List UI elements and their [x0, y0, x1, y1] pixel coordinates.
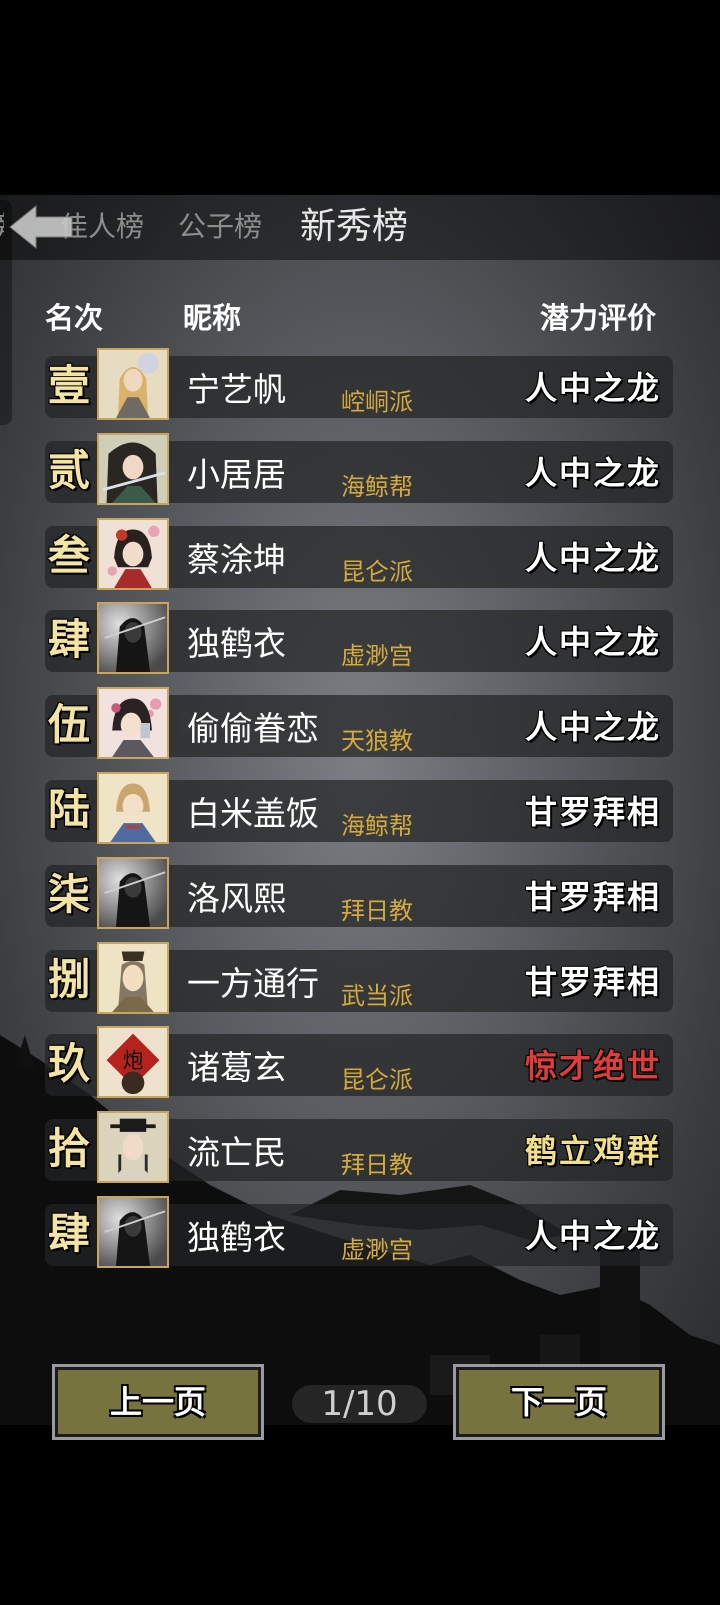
potential-rating: 人中之龙	[524, 623, 661, 662]
page-indicator: 1/10	[292, 1385, 427, 1423]
rank-numeral: 陆	[47, 785, 90, 834]
sect-name: 昆仑派	[341, 557, 413, 586]
young-hero-portrait-avatar[interactable]	[97, 772, 169, 844]
ranking-row[interactable]: 捌 一方通行 武当派 甘罗拜相	[45, 941, 673, 1014]
sect-name: 拜日教	[341, 896, 413, 925]
player-nickname: 独鹤衣	[187, 624, 286, 664]
ink-swordsman-portrait-avatar[interactable]	[97, 1196, 169, 1268]
player-nickname: 独鹤衣	[187, 1218, 286, 1257]
prev-page-label: 上一页	[109, 1383, 206, 1421]
player-nickname: 宁艺帆	[187, 370, 286, 409]
rank-numeral: 捌	[47, 954, 90, 1004]
player-nickname: 白米盖饭	[187, 794, 319, 833]
player-nickname: 洛风熙	[187, 878, 286, 918]
sect-name: 海鲸帮	[341, 812, 413, 840]
potential-rating: 鹤立鸡群	[524, 1132, 661, 1171]
sect-name: 武当派	[341, 981, 413, 1010]
screen: 榜 佳人榜 公子榜 新秀榜 名次 昵称 潜力评价 壹宁艺帆崆峒派人中之龙贰小居居…	[0, 0, 720, 1605]
sect-name: 天狼教	[341, 727, 413, 756]
prev-page-button[interactable]: 上一页	[52, 1364, 264, 1440]
rank-numeral: 伍	[47, 700, 90, 750]
female-blonde-portrait-avatar[interactable]	[97, 348, 169, 420]
ranking-row[interactable]: 肆 独鹤衣 虚渺宫 人中之龙	[45, 1196, 673, 1268]
rank-numeral: 贰	[47, 445, 90, 495]
ranking-row[interactable]: 肆 独鹤衣 虚渺宫 人中之龙	[45, 602, 673, 675]
sect-name: 崆峒派	[341, 388, 413, 416]
flower-girl-portrait-avatar[interactable]	[97, 517, 169, 590]
back-arrow-icon[interactable]	[6, 202, 76, 252]
potential-rating: 甘罗拜相	[524, 793, 661, 831]
ranking-row[interactable]: 陆 白米盖饭 海鲸帮 甘罗拜相	[45, 772, 673, 844]
sect-name: 昆仑派	[341, 1066, 413, 1095]
potential-rating: 人中之龙	[524, 453, 661, 492]
rank-numeral: 肆	[47, 615, 90, 665]
potential-rating: 人中之龙	[524, 369, 661, 407]
potential-rating: 惊才绝世	[524, 1047, 661, 1086]
rank-numeral: 肆	[47, 1209, 90, 1258]
tab-partial[interactable]: 榜	[0, 205, 4, 249]
swordswoman-portrait-avatar[interactable]	[97, 432, 169, 505]
scholar-portrait-avatar[interactable]	[97, 941, 169, 1014]
tab-rookie-ranking[interactable]: 新秀榜	[300, 205, 408, 249]
potential-rating: 人中之龙	[524, 538, 661, 577]
ink-swordsman-portrait-avatar[interactable]	[97, 602, 169, 675]
ranking-row[interactable]: 叁 蔡涂坤 昆仑派 人中之龙	[45, 517, 673, 590]
player-nickname: 小居居	[187, 454, 286, 494]
official-portrait-avatar[interactable]	[97, 1111, 169, 1184]
ranking-row[interactable]: 玖 炮 诸葛玄 昆仑派 惊才绝世	[45, 1026, 673, 1099]
rank-numeral: 叁	[47, 530, 90, 580]
rank-numeral: 玖	[47, 1039, 90, 1089]
ranking-row[interactable]: 伍 偷偷眷恋 天狼教 人中之龙	[45, 687, 673, 760]
potential-rating: 甘罗拜相	[524, 877, 661, 916]
header-potential: 潜力评价	[540, 301, 657, 335]
ink-swordsman-portrait-avatar[interactable]	[97, 856, 169, 929]
next-page-button[interactable]: 下一页	[453, 1364, 665, 1440]
sect-name: 虚渺宫	[341, 642, 413, 671]
header-nickname: 昵称	[183, 301, 242, 335]
player-nickname: 诸葛玄	[187, 1048, 286, 1088]
ranking-row[interactable]: 拾 流亡民 拜日教 鹤立鸡群	[45, 1111, 673, 1184]
player-nickname: 流亡民	[187, 1133, 286, 1173]
red-seal-portrait-avatar[interactable]: 炮	[97, 1026, 169, 1099]
player-nickname: 偷偷眷恋	[187, 709, 319, 749]
potential-rating: 人中之龙	[524, 1217, 661, 1255]
player-nickname: 蔡涂坤	[187, 539, 286, 579]
next-page-label: 下一页	[510, 1383, 607, 1421]
ranking-row[interactable]: 壹 宁艺帆 崆峒派 人中之龙	[45, 348, 673, 420]
rank-numeral: 拾	[47, 1124, 90, 1174]
sect-name: 海鲸帮	[341, 472, 413, 501]
ranking-row[interactable]: 贰 小居居 海鲸帮 人中之龙	[45, 432, 673, 505]
sect-name: 虚渺宫	[341, 1236, 413, 1264]
tab-gentleman-ranking[interactable]: 公子榜	[178, 205, 262, 249]
rank-numeral: 壹	[47, 361, 90, 410]
svg-text:炮: 炮	[123, 1049, 144, 1073]
blossom-lady-portrait-avatar[interactable]	[97, 687, 169, 760]
sect-name: 拜日教	[341, 1151, 413, 1180]
player-nickname: 一方通行	[187, 963, 319, 1003]
potential-rating: 甘罗拜相	[524, 962, 661, 1001]
potential-rating: 人中之龙	[524, 708, 661, 747]
header-rank: 名次	[45, 301, 104, 335]
rank-numeral: 柒	[47, 869, 90, 919]
ranking-row[interactable]: 柒 洛风熙 拜日教 甘罗拜相	[45, 856, 673, 929]
